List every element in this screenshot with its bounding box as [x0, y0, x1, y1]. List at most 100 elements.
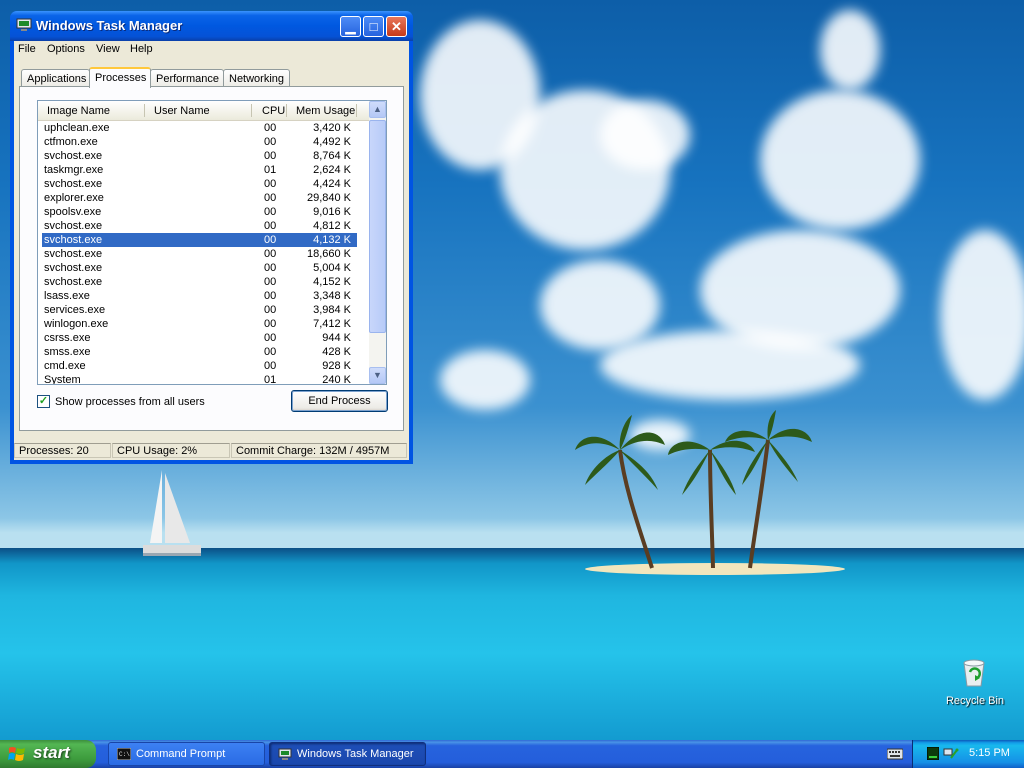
end-process-button[interactable]: End Process — [291, 390, 388, 412]
table-row[interactable]: svchost.exe 00 18,660 K — [42, 247, 357, 261]
table-row[interactable]: taskmgr.exe 01 2,624 K — [42, 163, 357, 177]
process-cpu: 01 — [264, 164, 277, 176]
table-row[interactable]: svchost.exe 00 4,812 K — [42, 219, 357, 233]
process-cpu: 01 — [264, 374, 277, 385]
taskbar-button-task-manager[interactable]: Windows Task Manager — [269, 742, 426, 766]
tab-processes[interactable]: Processes — [89, 67, 151, 88]
process-cpu: 00 — [264, 234, 277, 246]
tab-networking-label: Networking — [229, 73, 285, 85]
process-mem-usage: 7,412 K — [313, 318, 351, 330]
process-list[interactable]: Image Name User Name CPU Mem Usage uphcl… — [37, 100, 387, 385]
column-image-name[interactable]: Image Name — [47, 105, 110, 117]
process-mem-usage: 29,840 K — [306, 192, 351, 204]
menu-help[interactable]: Help — [130, 43, 153, 55]
process-cpu: 00 — [264, 332, 277, 344]
table-row[interactable]: svchost.exe 00 4,152 K — [42, 275, 357, 289]
column-cpu[interactable]: CPU — [262, 105, 285, 117]
process-image-name: svchost.exe — [44, 150, 103, 162]
table-row[interactable]: cmd.exe 00 928 K — [42, 359, 357, 373]
task-manager-icon — [16, 18, 32, 31]
process-mem-usage: 4,424 K — [313, 178, 351, 190]
process-mem-usage: 9,016 K — [313, 206, 351, 218]
process-image-name: svchost.exe — [44, 234, 103, 246]
column-divider[interactable] — [356, 104, 357, 117]
table-row[interactable]: uphclean.exe 00 3,420 K — [42, 121, 357, 135]
cloud — [600, 330, 860, 400]
table-row[interactable]: csrss.exe 00 944 K — [42, 331, 357, 345]
checkmark-icon: ✓ — [38, 395, 49, 407]
vertical-scrollbar[interactable]: ▲ ▼ — [369, 101, 386, 384]
tab-performance-label: Performance — [156, 73, 219, 85]
process-cpu: 00 — [264, 178, 277, 190]
show-all-users-checkbox[interactable]: ✓ — [37, 395, 50, 408]
maximize-button[interactable]: □ — [363, 16, 384, 37]
cloud — [600, 100, 690, 170]
scroll-down-button[interactable]: ▼ — [369, 367, 386, 384]
close-button[interactable]: ✕ — [386, 16, 407, 37]
list-header: Image Name User Name CPU Mem Usage — [38, 101, 371, 121]
process-image-name: System — [44, 374, 81, 385]
minimize-button[interactable]: ▁ — [340, 16, 361, 37]
process-cpu: 00 — [264, 220, 277, 232]
table-row[interactable]: explorer.exe 00 29,840 K — [42, 191, 357, 205]
table-row[interactable]: winlogon.exe 00 7,412 K — [42, 317, 357, 331]
column-divider[interactable] — [144, 104, 145, 117]
recycle-bin-icon — [963, 659, 985, 687]
column-divider[interactable] — [251, 104, 252, 117]
process-mem-usage: 3,420 K — [313, 122, 351, 134]
window-title: Windows Task Manager — [36, 18, 183, 33]
process-mem-usage: 3,984 K — [313, 304, 351, 316]
title-bar[interactable]: Windows Task Manager ▁ □ ✕ — [10, 11, 413, 41]
table-row[interactable]: System 01 240 K — [42, 373, 357, 385]
sailboat — [143, 470, 201, 556]
table-row[interactable]: spoolsv.exe 00 9,016 K — [42, 205, 357, 219]
process-cpu: 00 — [264, 360, 277, 372]
table-row[interactable]: smss.exe 00 428 K — [42, 345, 357, 359]
cloud — [440, 350, 530, 410]
cloud — [820, 10, 880, 90]
menu-file[interactable]: File — [18, 43, 36, 55]
process-image-name: svchost.exe — [44, 178, 103, 190]
table-row[interactable]: svchost.exe 00 4,132 K — [42, 233, 357, 247]
table-row[interactable]: svchost.exe 00 8,764 K — [42, 149, 357, 163]
menu-view[interactable]: View — [96, 43, 120, 55]
process-image-name: winlogon.exe — [44, 318, 109, 330]
scroll-up-button[interactable]: ▲ — [369, 101, 386, 118]
process-image-name: lsass.exe — [44, 290, 90, 302]
task-manager-window[interactable]: Windows Task Manager ▁ □ ✕ File Options … — [10, 11, 413, 464]
process-image-name: taskmgr.exe — [44, 164, 104, 176]
table-row[interactable]: ctfmon.exe 00 4,492 K — [42, 135, 357, 149]
menu-options[interactable]: Options — [47, 43, 85, 55]
process-mem-usage: 8,764 K — [313, 150, 351, 162]
show-all-users-label[interactable]: Show processes from all users — [55, 396, 205, 408]
table-row[interactable]: svchost.exe 00 5,004 K — [42, 261, 357, 275]
column-divider[interactable] — [286, 104, 287, 117]
process-cpu: 00 — [264, 318, 277, 330]
scroll-thumb[interactable] — [369, 120, 386, 333]
table-row[interactable]: services.exe 00 3,984 K — [42, 303, 357, 317]
table-row[interactable]: lsass.exe 00 3,348 K — [42, 289, 357, 303]
task-manager-cpu-tray-icon[interactable] — [927, 747, 939, 760]
column-user-name[interactable]: User Name — [154, 105, 210, 117]
process-cpu: 00 — [264, 346, 277, 358]
tab-performance[interactable]: Performance — [150, 69, 224, 87]
end-process-label: End Process — [308, 395, 371, 407]
process-mem-usage: 4,492 K — [313, 136, 351, 148]
process-image-name: svchost.exe — [44, 262, 103, 274]
keyboard-icon[interactable] — [887, 748, 903, 760]
recycle-bin[interactable]: Recycle Bin — [940, 655, 1010, 715]
taskbar-button-command-prompt[interactable]: C:\ Command Prompt — [108, 742, 265, 766]
taskbar: start C:\ Command Prompt Windows Task Ma… — [0, 740, 1024, 768]
tab-applications[interactable]: Applications — [21, 69, 90, 87]
tab-networking[interactable]: Networking — [223, 69, 290, 87]
process-cpu: 00 — [264, 206, 277, 218]
process-mem-usage: 5,004 K — [313, 262, 351, 274]
process-mem-usage: 4,812 K — [313, 220, 351, 232]
column-mem-usage[interactable]: Mem Usage — [296, 105, 355, 117]
clock[interactable]: 5:15 PM — [969, 747, 1010, 759]
start-button[interactable]: start — [0, 740, 96, 768]
table-row[interactable]: svchost.exe 00 4,424 K — [42, 177, 357, 191]
process-mem-usage: 944 K — [322, 332, 351, 344]
process-cpu: 00 — [264, 192, 277, 204]
network-connection-icon[interactable] — [943, 746, 959, 760]
